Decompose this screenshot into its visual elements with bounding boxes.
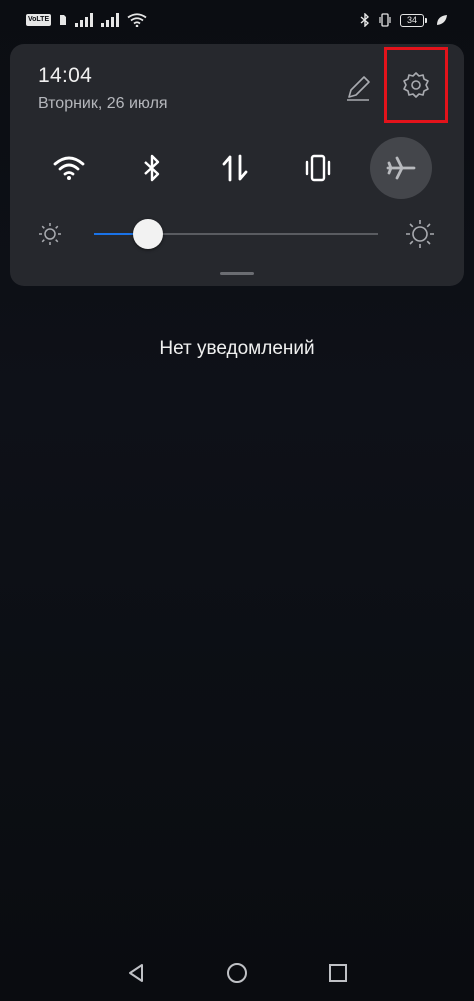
quick-toggles <box>38 137 434 199</box>
wifi-toggle[interactable] <box>38 137 100 199</box>
battery-icon: 34 <box>400 13 427 27</box>
quick-settings-panel: 14:04 Вторник, 26 июля <box>10 44 464 286</box>
volte-icon: VoLTE <box>26 14 52 26</box>
gear-icon <box>403 72 429 98</box>
recent-square-icon <box>329 964 347 982</box>
panel-expand-handle[interactable] <box>220 272 254 275</box>
settings-button[interactable] <box>384 47 448 123</box>
back-button[interactable] <box>121 958 151 988</box>
vibrate-icon <box>305 154 331 182</box>
bluetooth-icon <box>144 154 160 182</box>
status-bar-left: VoLTE <box>26 13 147 27</box>
vibrate-toggle[interactable] <box>287 137 349 199</box>
date: Вторник, 26 июля <box>38 95 168 112</box>
vibrate-icon <box>378 13 392 27</box>
status-bar: VoLTE 34 <box>0 0 474 40</box>
status-bar-right: 34 <box>360 13 448 27</box>
mobile-data-icon <box>222 154 248 182</box>
wifi-icon <box>127 13 147 27</box>
edit-button[interactable] <box>340 70 376 106</box>
mobile-data-toggle[interactable] <box>204 137 266 199</box>
brightness-high-icon <box>406 220 434 248</box>
leaf-icon <box>436 14 448 26</box>
signal-icon <box>75 13 94 27</box>
wifi-icon <box>53 156 85 180</box>
brightness-control <box>36 216 440 252</box>
home-circle-icon <box>227 963 247 983</box>
pencil-icon <box>347 76 370 101</box>
brightness-slider-thumb[interactable] <box>132 219 163 249</box>
airplane-mode-toggle[interactable] <box>370 137 432 199</box>
no-notifications-text: Нет уведомлений <box>159 338 315 359</box>
brightness-low-icon <box>39 223 61 245</box>
home-button[interactable] <box>222 958 252 988</box>
navigation-bar <box>0 948 474 998</box>
brightness-slider[interactable] <box>94 219 378 249</box>
back-triangle-icon <box>129 964 143 982</box>
sim-icon <box>59 14 67 26</box>
airplane-icon <box>386 156 416 180</box>
clock: 14:04 <box>38 64 93 87</box>
bluetooth-icon <box>360 13 370 27</box>
bluetooth-toggle[interactable] <box>121 137 183 199</box>
signal-icon <box>101 13 120 27</box>
recent-apps-button[interactable] <box>323 958 353 988</box>
